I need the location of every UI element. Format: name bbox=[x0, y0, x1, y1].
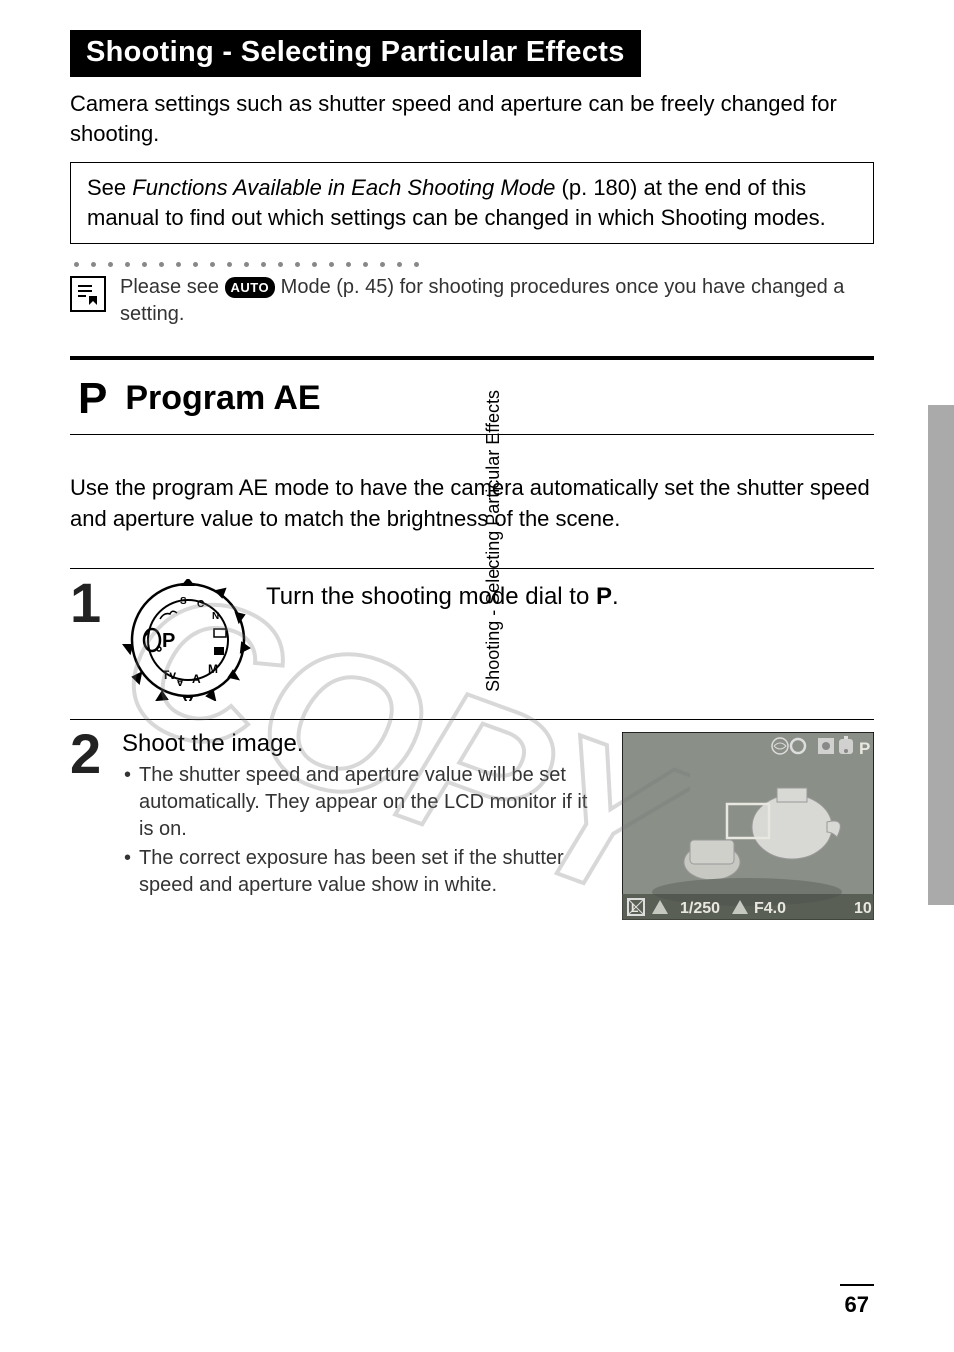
chapter-heading: P Program AE bbox=[70, 356, 874, 435]
step-2-bullet-1: The shutter speed and aperture value wil… bbox=[124, 762, 606, 843]
divider-dots bbox=[70, 262, 874, 268]
lcd-shutter: 1/250 bbox=[680, 900, 720, 917]
lcd-mode-p: P bbox=[859, 739, 870, 758]
svg-text:A: A bbox=[192, 672, 201, 686]
auto-badge: AUTO bbox=[225, 277, 276, 299]
step-2-heading: Shoot the image. bbox=[122, 730, 606, 758]
info-prefix: See bbox=[87, 175, 132, 200]
lcd-size: L bbox=[631, 901, 638, 915]
lcd-preview-figure: P L 1/250 F4.0 10 bbox=[622, 732, 874, 920]
step1-after: . bbox=[612, 583, 619, 610]
svg-text:S: S bbox=[180, 596, 187, 607]
note-icon bbox=[70, 276, 106, 312]
lcd-aperture: F4.0 bbox=[754, 900, 786, 917]
chapter-title-text: Program AE bbox=[125, 379, 320, 418]
chapter-symbol: P bbox=[78, 374, 107, 424]
side-running-head: Shooting - Selecting Particular Effects bbox=[483, 390, 504, 850]
chapter-description: Use the program AE mode to have the came… bbox=[70, 473, 874, 535]
step1-bold: P bbox=[596, 583, 612, 610]
svg-text:P: P bbox=[162, 630, 175, 652]
svg-text:M: M bbox=[208, 662, 218, 676]
step-2-bullet-2: The correct exposure has been set if the… bbox=[124, 845, 606, 899]
mode-dial-figure: S C N M A v Tv P bbox=[122, 579, 254, 701]
step-2-number: 2 bbox=[70, 730, 122, 778]
svg-text:Tv: Tv bbox=[162, 668, 176, 682]
step-1-instruction: Turn the shooting mode dial to P. bbox=[266, 579, 619, 611]
svg-text:C: C bbox=[197, 599, 204, 610]
page-number-rule bbox=[840, 1284, 874, 1286]
step-2-bullets: The shutter speed and aperture value wil… bbox=[122, 762, 606, 899]
step-1-section: 1 bbox=[70, 568, 874, 719]
reference-box: See Functions Available in Each Shooting… bbox=[70, 162, 874, 243]
note-row: Please see AUTO Mode (p. 45) for shootin… bbox=[70, 274, 874, 328]
step-2-section: 2 Shoot the image. The shutter speed and… bbox=[70, 719, 874, 920]
page-number: 67 bbox=[845, 1292, 869, 1318]
note-before: Please see bbox=[120, 276, 225, 298]
section-heading: Shooting - Selecting Particular Effects bbox=[70, 30, 641, 77]
intro-paragraph: Camera settings such as shutter speed an… bbox=[70, 89, 874, 148]
lcd-shots: 10 bbox=[854, 900, 872, 917]
info-italic-title: Functions Available in Each Shooting Mod… bbox=[132, 175, 555, 200]
svg-text:N: N bbox=[212, 611, 219, 622]
page-container: Shooting - Selecting Particular Effects … bbox=[0, 0, 954, 1352]
note-text: Please see AUTO Mode (p. 45) for shootin… bbox=[120, 274, 874, 328]
step1-before: Turn the shooting mode dial to bbox=[266, 583, 596, 610]
svg-text:v: v bbox=[177, 677, 184, 689]
chapter-tab bbox=[928, 405, 954, 905]
step-1-number: 1 bbox=[70, 579, 122, 627]
